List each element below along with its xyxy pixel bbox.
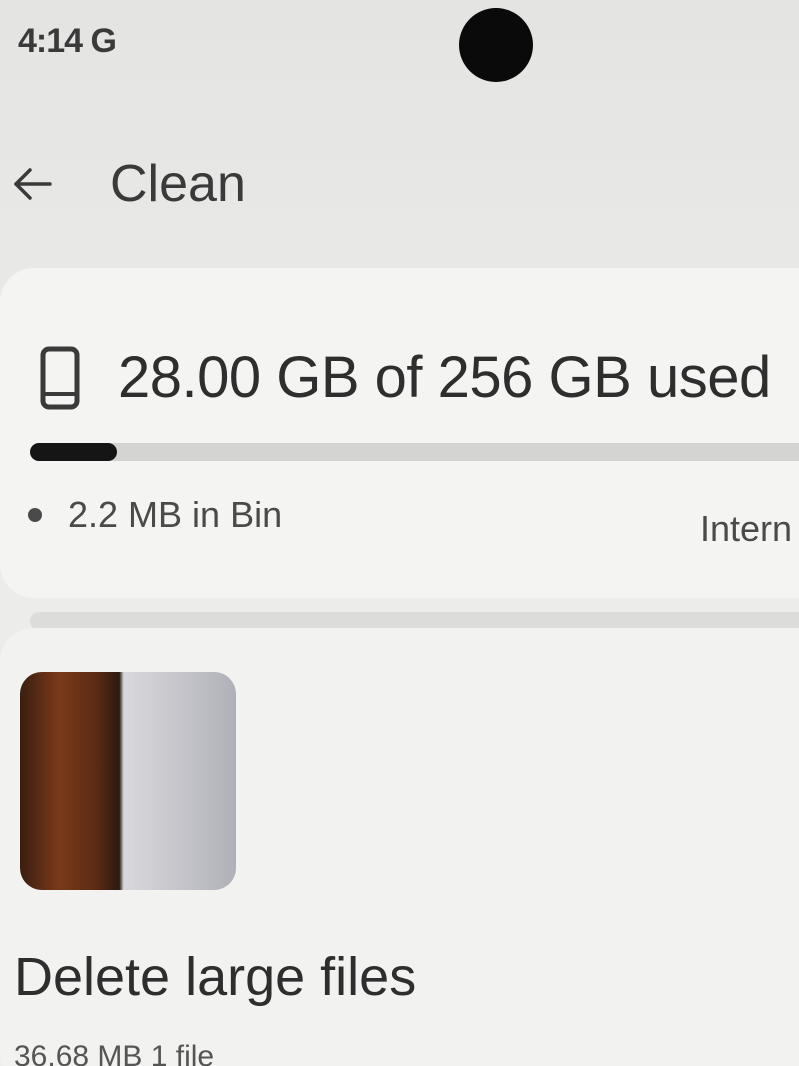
- card-subtitle: 36.68 MB 1 file: [14, 1040, 215, 1066]
- phone-icon: [40, 346, 80, 410]
- status-bar: 4:14 G: [0, 0, 799, 90]
- bin-dot-icon: [28, 508, 42, 522]
- file-thumbnail: [20, 672, 236, 890]
- bin-size-text: 2.2 MB in Bin: [68, 494, 283, 535]
- storage-summary: 28.00 GB of 256 GB used: [118, 345, 771, 410]
- status-time: 4:14 G: [18, 22, 117, 60]
- storage-usage-fill: [30, 443, 118, 461]
- app-bar: Clean: [0, 140, 799, 230]
- storage-card[interactable]: 28.00 GB of 256 GB used 2.2 MB in Bin In…: [0, 268, 799, 598]
- card-title: Delete large files: [14, 947, 417, 1007]
- delete-large-files-card[interactable]: Delete large files 36.68 MB 1 file: [0, 628, 799, 1066]
- page-title: Clean: [110, 155, 246, 213]
- camera-cutout: [459, 8, 533, 82]
- storage-location-label: Intern: [700, 508, 793, 549]
- storage-usage-bar: [30, 443, 799, 461]
- arrow-back-icon: [14, 168, 52, 200]
- screen: 4:14 G Clean 28.00 GB of 256 GB used 2.2…: [0, 0, 799, 1066]
- back-button[interactable]: [6, 158, 58, 210]
